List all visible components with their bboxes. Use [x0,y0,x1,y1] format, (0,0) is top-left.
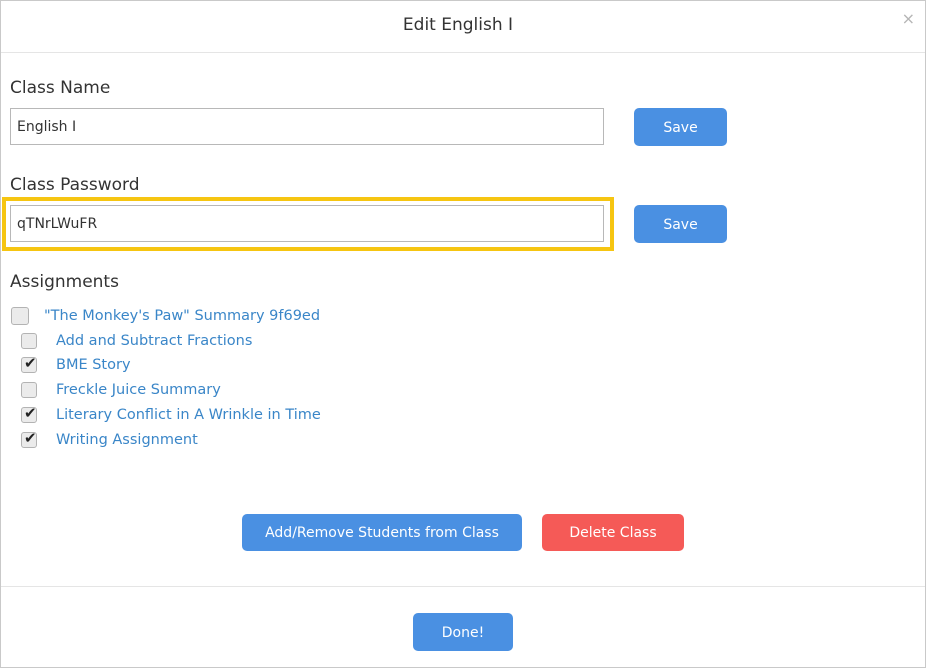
assignment-row[interactable]: Add and Subtract Fractions [21,331,252,351]
modal-title: Edit English I [402,15,514,35]
save-class-name-button[interactable]: Save [634,108,727,146]
assignment-row[interactable]: ✔ BME Story [21,354,131,375]
assignment-link[interactable]: BME Story [56,357,131,373]
checkmark-icon: ✔ [24,404,37,422]
assignment-checkbox[interactable] [11,307,29,325]
modal-header: Edit English I × [1,1,925,53]
class-name-input[interactable] [10,108,604,145]
assignment-link[interactable]: Freckle Juice Summary [56,382,221,398]
save-class-password-button[interactable]: Save [634,205,727,243]
close-icon[interactable]: × [902,11,915,27]
assignment-row[interactable]: ✔ Writing Assignment [21,429,198,450]
class-password-input[interactable] [10,205,604,242]
class-name-label: Class Name [10,78,111,98]
assignment-checkbox[interactable] [21,382,37,398]
assignment-checkbox[interactable]: ✔ [21,429,37,448]
assignments-label: Assignments [10,272,119,292]
assignment-row[interactable]: ✔ Literary Conflict in A Wrinkle in Time [21,404,321,425]
class-password-label: Class Password [10,175,140,195]
assignment-row[interactable]: Freckle Juice Summary [21,380,221,400]
assignment-link[interactable]: Literary Conflict in A Wrinkle in Time [56,407,321,423]
checkmark-icon: ✔ [24,354,37,372]
assignment-checkbox[interactable] [21,333,37,349]
edit-class-modal: Edit English I × Class Name Save Class P… [0,0,926,668]
checkmark-icon: ✔ [24,429,37,447]
footer-divider [1,586,925,587]
assignment-parent-row[interactable]: "The Monkey's Paw" Summary 9f69ed [11,306,320,326]
assignment-link[interactable]: "The Monkey's Paw" Summary 9f69ed [44,308,320,324]
done-button[interactable]: Done! [413,613,513,651]
delete-class-button[interactable]: Delete Class [542,514,684,551]
assignment-link[interactable]: Add and Subtract Fractions [56,333,252,349]
add-remove-students-button[interactable]: Add/Remove Students from Class [242,514,522,551]
assignment-link[interactable]: Writing Assignment [56,432,198,448]
assignment-checkbox[interactable]: ✔ [21,354,37,373]
assignment-checkbox[interactable]: ✔ [21,404,37,423]
